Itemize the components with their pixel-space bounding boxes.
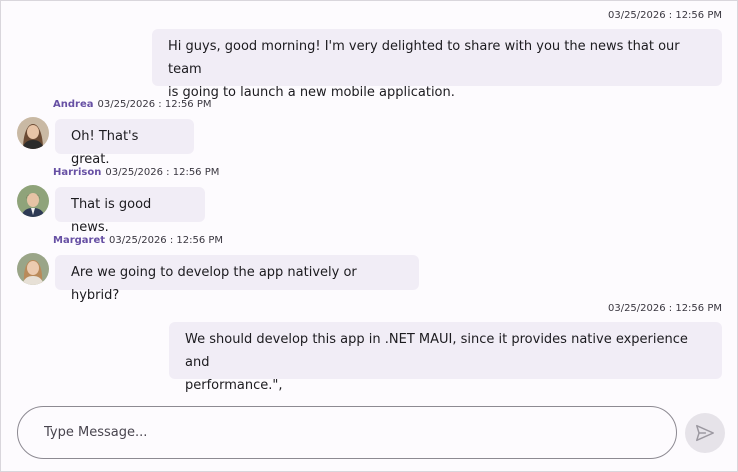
author-name: Margaret bbox=[53, 235, 106, 246]
author-name: Harrison bbox=[53, 167, 102, 178]
message-timestamp: 03/25/2026 : 12:56 PM bbox=[105, 167, 220, 178]
message-bubble-incoming: Oh! That's great. bbox=[55, 119, 194, 167]
message-bubble-incoming: Are we going to develop the app natively… bbox=[55, 255, 419, 303]
send-button[interactable] bbox=[685, 413, 725, 453]
message-text: Are we going to develop the app natively… bbox=[71, 265, 357, 303]
message-text-line: performance.", bbox=[185, 378, 283, 393]
message-timestamp: 03/25/2026 : 12:56 PM bbox=[97, 99, 212, 110]
avatar bbox=[17, 185, 49, 217]
avatar bbox=[17, 117, 49, 149]
message-header: Margaret 03/25/2026 : 12:56 PM bbox=[53, 235, 223, 246]
message-bubble-outgoing: We should develop this app in .NET MAUI,… bbox=[169, 322, 722, 393]
message-input-container bbox=[17, 406, 677, 459]
avatar-margaret-icon bbox=[17, 253, 49, 285]
message-text: Oh! That's great. bbox=[71, 129, 139, 167]
avatar-andrea-icon bbox=[17, 117, 49, 149]
message-timestamp: 03/25/2026 : 12:56 PM bbox=[109, 235, 224, 246]
chat-window: 03/25/2026 : 12:56 PM Hi guys, good morn… bbox=[0, 0, 738, 472]
message-text: That is good news. bbox=[71, 197, 152, 235]
send-icon bbox=[696, 424, 714, 442]
avatar bbox=[17, 253, 49, 285]
message-bubble-outgoing: Hi guys, good morning! I'm very delighte… bbox=[152, 29, 722, 100]
avatar-harrison-icon bbox=[17, 185, 49, 217]
message-header: Harrison 03/25/2026 : 12:56 PM bbox=[53, 167, 219, 178]
message-text-line: We should develop this app in .NET MAUI,… bbox=[185, 332, 688, 370]
message-timestamp: 03/25/2026 : 12:56 PM bbox=[607, 303, 722, 314]
author-name: Andrea bbox=[53, 99, 94, 110]
message-bubble-incoming: That is good news. bbox=[55, 187, 205, 235]
message-header: Andrea 03/25/2026 : 12:56 PM bbox=[53, 99, 212, 110]
message-timestamp: 03/25/2026 : 12:56 PM bbox=[607, 10, 722, 21]
message-input[interactable] bbox=[18, 407, 676, 458]
message-text-line: is going to launch a new mobile applicat… bbox=[168, 85, 455, 100]
message-text-line: Hi guys, good morning! I'm very delighte… bbox=[168, 39, 680, 77]
